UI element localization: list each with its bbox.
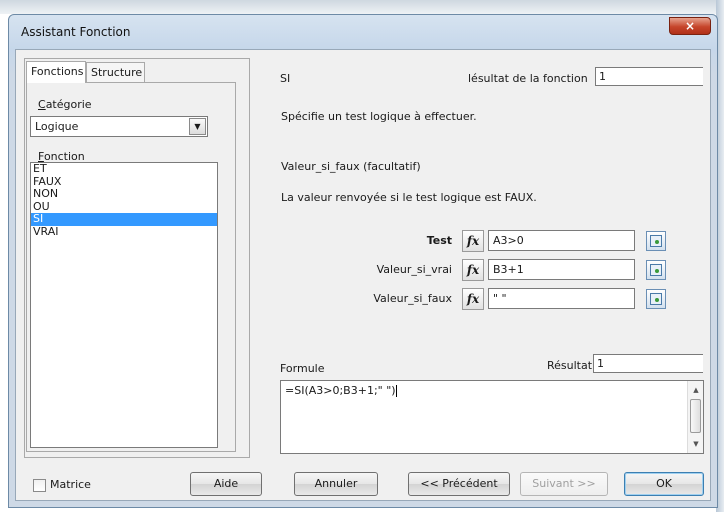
formula-textarea[interactable]: =SI(A3>0;B3+1;" ") ▲ ▼ (280, 380, 704, 454)
list-item[interactable]: ET (31, 162, 217, 176)
ok-button-label: OK (656, 477, 672, 490)
shrink-icon (650, 235, 662, 247)
title-bar[interactable]: Assistant Fonction × (9, 15, 717, 49)
categorie-select[interactable]: Logique ▼ (30, 116, 208, 137)
argument-description: La valeur renvoyée si le test logique es… (281, 191, 537, 204)
suivant-button-label: Suivant >> (532, 477, 596, 490)
window-title: Assistant Fonction (21, 25, 131, 39)
desktop-top-strip (0, 0, 724, 14)
formula-text: =SI(A3>0;B3+1;" ") (285, 384, 396, 397)
function-result-value: 1 (599, 70, 606, 83)
chevron-down-icon[interactable]: ▼ (189, 118, 206, 135)
list-item[interactable]: VRAI (31, 225, 217, 239)
resultat-label: Résultat (547, 359, 593, 372)
arg-label-test: Test (426, 234, 452, 247)
dialog-client-area: Fonctions Structure Catégorie Logique ▼ … (15, 49, 711, 501)
text-caret (395, 385, 397, 397)
arg-label-valeur-si-faux: Valeur_si_faux (373, 292, 452, 305)
list-item[interactable]: FAUX (31, 175, 217, 189)
close-icon: × (684, 19, 696, 33)
list-item-selected[interactable]: SI (31, 212, 217, 226)
function-listbox[interactable]: ET FAUX NON OU SI VRAI (30, 162, 218, 448)
categorie-label: Catégorie (38, 98, 92, 111)
function-result-field: 1 (595, 67, 703, 86)
list-item[interactable]: NON (31, 187, 217, 201)
arg-value-valeur-si-vrai: B3+1 (493, 263, 524, 276)
arg-input-valeur-si-vrai[interactable]: B3+1 (488, 259, 635, 280)
function-icon: fx (466, 263, 480, 277)
function-name: SI (280, 72, 291, 85)
matrice-label: Matrice (50, 478, 91, 491)
ok-button[interactable]: OK (624, 472, 704, 496)
tab-fonctions-label: Fonctions (31, 65, 84, 78)
arg-value-test: A3>0 (493, 234, 524, 247)
arg-input-test[interactable]: A3>0 (488, 230, 635, 251)
precedent-button[interactable]: << Précédent (408, 472, 510, 496)
formule-label: Formule (280, 362, 325, 375)
arg-value-valeur-si-faux: " " (493, 292, 507, 305)
argument-name: Valeur_si_faux (facultatif) (281, 160, 421, 173)
shrink-icon (650, 293, 662, 305)
annuler-button-label: Annuler (314, 477, 358, 490)
aide-button[interactable]: Aide (190, 472, 262, 496)
categorie-value: Logique (35, 120, 79, 133)
annuler-button[interactable]: Annuler (294, 472, 378, 496)
scroll-thumb[interactable] (690, 399, 701, 433)
shrink-button-test[interactable] (646, 231, 666, 251)
resultat-value: 1 (597, 357, 604, 370)
function-icon: fx (466, 292, 480, 306)
function-wizard-window: Assistant Fonction × Fonctions Structure… (8, 14, 718, 508)
function-result-label: lésultat de la fonction (468, 72, 588, 85)
function-icon: fx (466, 234, 480, 248)
precedent-button-label: << Précédent (420, 477, 498, 490)
fx-button-test[interactable]: fx (462, 230, 484, 252)
fx-button-valeur-si-vrai[interactable]: fx (462, 259, 484, 281)
tab-fonctions[interactable]: Fonctions (26, 61, 86, 83)
tab-structure[interactable]: Structure (86, 62, 145, 82)
scroll-down-icon[interactable]: ▼ (688, 437, 704, 451)
fx-button-valeur-si-faux[interactable]: fx (462, 288, 484, 310)
shrink-button-valeur-si-vrai[interactable] (646, 260, 666, 280)
arg-input-valeur-si-faux[interactable]: " " (488, 288, 635, 309)
list-item[interactable]: OU (31, 200, 217, 214)
matrice-checkbox[interactable] (33, 479, 46, 492)
arg-label-valeur-si-vrai: Valeur_si_vrai (376, 263, 452, 276)
scroll-up-icon[interactable]: ▲ (688, 383, 704, 397)
aide-button-label: Aide (213, 477, 239, 490)
tab-structure-label: Structure (91, 66, 143, 79)
suivant-button: Suivant >> (520, 472, 608, 496)
close-button[interactable]: × (669, 17, 711, 35)
resultat-field: 1 (593, 354, 703, 373)
shrink-button-valeur-si-faux[interactable] (646, 289, 666, 309)
function-description: Spécifie un test logique à effectuer. (281, 110, 477, 123)
formula-scrollbar[interactable]: ▲ ▼ (687, 381, 703, 453)
shrink-icon (650, 264, 662, 276)
